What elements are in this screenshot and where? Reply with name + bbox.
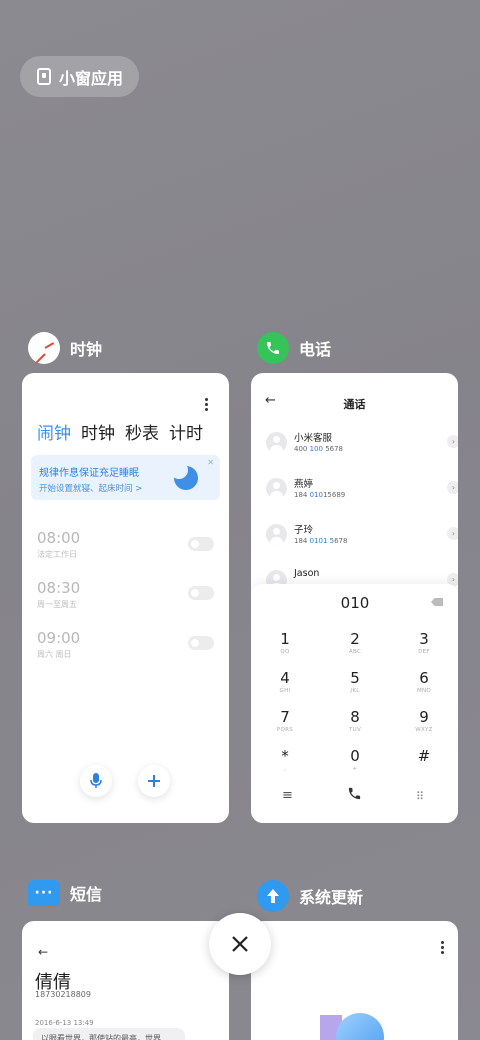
contact-name: 子玲 xyxy=(294,525,314,536)
moon-icon xyxy=(170,461,198,490)
phone-app-card[interactable]: ← 通话 小米客服 400 100 5678 › 燕婷 184 01015689… xyxy=(251,373,458,823)
contact-number: 400 100 5678 xyxy=(294,445,344,453)
clock-app-icon xyxy=(28,332,60,364)
alarm-repeat: 周一至周五 xyxy=(37,600,77,609)
phone-icon xyxy=(267,342,279,354)
add-alarm-button[interactable] xyxy=(138,765,170,797)
sms-contact-number: 18730218809 xyxy=(35,990,91,999)
contact-row[interactable]: 子玲 184 0101 5678 › xyxy=(266,522,458,550)
clock-app-card[interactable]: 闹钟 时钟 秒表 计时 规律作息保证充足睡眠 开始设置就寝、起床时间 > ✕ 0… xyxy=(22,373,229,823)
dial-key[interactable]: 1 QQ xyxy=(265,631,305,655)
alarm-toggle[interactable] xyxy=(188,586,214,600)
contact-name: 小米客服 xyxy=(294,433,333,444)
microphone-icon xyxy=(90,773,102,788)
alarm-repeat: 法定工作日 xyxy=(37,550,77,559)
dial-key[interactable]: 6 MNO xyxy=(404,670,444,694)
contact-number: 184 01015689 xyxy=(294,491,346,499)
dial-key[interactable]: 3 DEF xyxy=(404,631,444,655)
avatar-icon xyxy=(266,478,287,499)
phone-icon xyxy=(348,787,361,800)
dial-entry: 010 xyxy=(340,594,370,612)
sleep-banner-title: 规律作息保证充足睡眠 xyxy=(39,468,139,479)
chevron-right-icon[interactable]: › xyxy=(447,481,458,494)
keypad-icon[interactable]: ⠿ xyxy=(416,790,424,803)
phone-title: 通话 xyxy=(343,398,366,411)
chevron-right-icon[interactable]: › xyxy=(447,527,458,540)
update-app-card[interactable] xyxy=(251,921,458,1040)
dial-key[interactable]: # xyxy=(404,748,444,766)
alarm-time: 09:00 xyxy=(37,629,81,647)
tab-stopwatch[interactable]: 秒表 xyxy=(125,419,159,444)
dial-key[interactable]: 9 WXYZ xyxy=(404,709,444,733)
sms-message-bubble: 以眼看世界，那使站的最高，世界 xyxy=(33,1028,185,1040)
contact-row[interactable]: 小米客服 400 100 5678 › xyxy=(266,430,458,458)
back-arrow-icon[interactable]: ← xyxy=(38,945,48,959)
sms-date: 2016-6-13 13:49 xyxy=(35,1019,94,1027)
tab-alarm[interactable]: 闹钟 xyxy=(37,419,71,444)
more-options-icon[interactable] xyxy=(441,941,445,954)
more-options-icon[interactable] xyxy=(205,398,209,411)
alarm-toggle[interactable] xyxy=(188,636,214,650)
voice-alarm-button[interactable] xyxy=(80,765,112,797)
dialpad: 010 1 QQ 2 ABC 3 DEF 4 GHI 5 JKL 6 MNO 7 PQRS 8… xyxy=(251,584,458,823)
close-icon xyxy=(232,936,248,952)
sleep-banner[interactable]: 规律作息保证充足睡眠 开始设置就寝、起床时间 > ✕ xyxy=(31,455,220,500)
up-arrow-icon xyxy=(267,889,279,903)
clock-app-name: 时钟 xyxy=(70,340,103,359)
alarm-item[interactable]: 08:00 法定工作日 xyxy=(37,529,80,560)
tab-clock[interactable]: 时钟 xyxy=(81,419,115,444)
floating-window-label: 小窗应用 xyxy=(59,68,124,88)
alarm-time: 08:00 xyxy=(37,529,81,547)
phone-app-icon xyxy=(257,332,289,364)
alarm-item[interactable]: 08:30 周一至周五 xyxy=(37,579,80,610)
dial-key[interactable]: 0 + xyxy=(335,748,375,772)
floating-window-icon xyxy=(37,68,51,85)
dial-key[interactable]: 8 TUV xyxy=(335,709,375,733)
alarm-repeat: 周六 周日 xyxy=(37,650,72,659)
avatar-icon xyxy=(266,524,287,545)
dial-key[interactable]: 5 JKL xyxy=(335,670,375,694)
phone-app-name: 电话 xyxy=(299,340,332,359)
sms-app-card[interactable]: ← 倩倩 18730218809 2016-6-13 13:49 以眼看世界，那… xyxy=(22,921,229,1040)
sms-app-name: 短信 xyxy=(70,885,103,904)
clock-app-header[interactable]: 时钟 xyxy=(28,332,102,364)
dial-key[interactable]: 4 GHI xyxy=(265,670,305,694)
contact-number: 184 0101 5678 xyxy=(294,537,348,545)
update-app-icon xyxy=(257,880,289,912)
alarm-item[interactable]: 09:00 周六 周日 xyxy=(37,629,80,660)
close-all-button[interactable] xyxy=(209,913,271,975)
dial-key[interactable]: 2 ABC xyxy=(335,631,375,655)
plus-icon xyxy=(148,775,160,787)
messages-app-icon: ··· xyxy=(28,880,60,906)
dial-key[interactable]: 7 PQRS xyxy=(265,709,305,733)
menu-icon[interactable]: ≡ xyxy=(282,788,293,803)
alarm-toggle[interactable] xyxy=(188,537,214,551)
contact-row[interactable]: 燕婷 184 01015689 › xyxy=(266,476,458,504)
dial-key[interactable]: *, xyxy=(265,748,305,772)
update-app-name: 系统更新 xyxy=(299,888,364,907)
call-button[interactable] xyxy=(347,786,362,805)
clock-tabs: 闹钟 时钟 秒表 计时 xyxy=(37,419,203,444)
phone-app-header[interactable]: 电话 xyxy=(257,332,331,364)
sleep-banner-subtitle: 开始设置就寝、起床时间 > xyxy=(39,484,143,494)
contact-name: Jason xyxy=(294,568,320,579)
avatar-icon xyxy=(266,432,287,453)
contact-name: 燕婷 xyxy=(294,479,314,490)
chevron-right-icon[interactable]: › xyxy=(447,435,458,448)
floating-window-button[interactable]: 小窗应用 xyxy=(20,56,139,97)
sms-app-header[interactable]: ··· 短信 xyxy=(28,880,102,906)
close-icon[interactable]: ✕ xyxy=(207,458,214,467)
tab-timer[interactable]: 计时 xyxy=(169,419,203,444)
update-app-header[interactable]: 系统更新 xyxy=(257,880,363,912)
alarm-time: 08:30 xyxy=(37,579,81,597)
